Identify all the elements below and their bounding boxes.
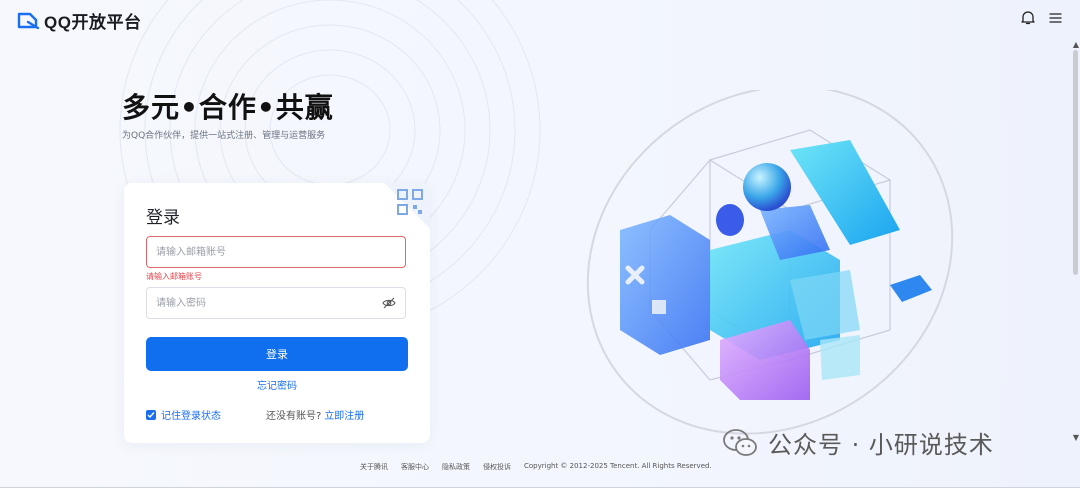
scroll-up-arrow-icon[interactable]: ▲ [1073, 40, 1079, 49]
footer: 关于腾讯 客服中心 隐私政策 侵权投诉 Copyright © 2012-202… [360, 462, 712, 472]
logo-text: QQ开放平台 [44, 13, 142, 32]
forgot-password-link[interactable]: 忘记密码 [124, 377, 430, 392]
no-account-text: 还没有账号? [266, 411, 322, 422]
remember-label: 记住登录状态 [161, 411, 221, 422]
footer-link-complaint[interactable]: 侵权投诉 [483, 462, 511, 472]
menu-icon[interactable] [1049, 12, 1062, 24]
login-button[interactable]: 登录 [146, 337, 408, 371]
qq-logo-icon [17, 12, 40, 29]
watermark-text: 公众号 · 小研说技术 [768, 431, 994, 459]
scroll-down-arrow-icon[interactable]: ▼ [1073, 433, 1079, 442]
remember-me[interactable]: 记住登录状态 [146, 407, 221, 422]
wechat-icon [723, 428, 757, 456]
email-input[interactable] [147, 237, 385, 267]
qrcode-icon[interactable] [396, 188, 424, 216]
top-bar: QQ开放平台 [0, 0, 1080, 40]
footer-link-about[interactable]: 关于腾讯 [360, 462, 388, 472]
eye-off-icon[interactable] [382, 297, 396, 309]
login-card: 登录 请输入邮箱账号 登录 忘记密码 记住登录状态 还没有账号?立即注册 [124, 183, 430, 443]
hero-subtitle: 为QQ合作伙伴，提供一站式注册、管理与运营服务 [122, 131, 326, 141]
footer-copyright: Copyright © 2012-2025 Tencent. All Right… [524, 462, 712, 470]
footer-link-support[interactable]: 客服中心 [401, 462, 429, 472]
watermark: 公众号 · 小研说技术 [722, 425, 994, 460]
email-field[interactable] [146, 236, 406, 268]
bell-icon[interactable] [1021, 10, 1035, 25]
password-field[interactable] [146, 287, 406, 319]
remember-checkbox[interactable] [146, 409, 156, 420]
logo[interactable]: QQ开放平台 [16, 8, 141, 33]
scrollbar[interactable]: ▲ ▼ [1070, 40, 1080, 448]
cube-illustration [586, 90, 954, 435]
hero-title: 多元•合作•共赢 [122, 91, 334, 124]
footer-link-privacy[interactable]: 隐私政策 [442, 462, 470, 472]
scroll-thumb[interactable] [1073, 50, 1078, 275]
register-link[interactable]: 立即注册 [324, 411, 364, 422]
email-error-text: 请输入邮箱账号 [146, 272, 202, 281]
check-icon [147, 411, 155, 418]
signup-row: 还没有账号? 立即注册 [266, 407, 364, 422]
password-input[interactable] [147, 288, 385, 318]
login-title: 登录 [146, 208, 180, 228]
